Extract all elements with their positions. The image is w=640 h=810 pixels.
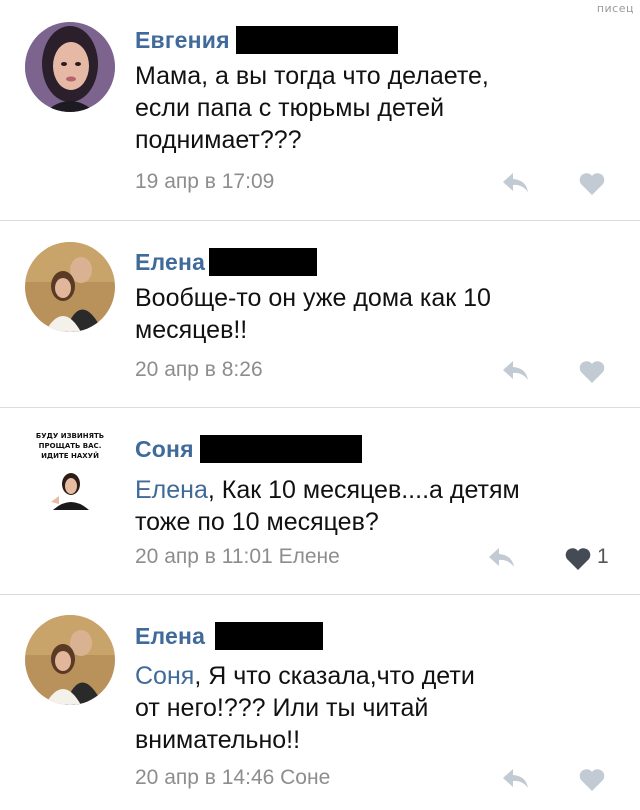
- comment-date: 20 апр в 11:01 Елене: [135, 545, 340, 568]
- redacted-surname: [215, 622, 324, 650]
- comment-text-line: внимательно!!: [135, 726, 301, 754]
- avatar-caption-line: БУДУ ИЗВИНЯТЬ: [36, 432, 104, 440]
- avatar-caption-line: ИДИТЕ НАХУЙ: [41, 451, 99, 460]
- avatar-sonya[interactable]: БУДУ ИЗВИНЯТЬ ПРОЩАТЬ ВАС. ИДИТЕ НАХУЙ: [25, 428, 115, 518]
- heart-icon-liked[interactable]: [564, 547, 592, 571]
- author-row: Евгения: [135, 24, 398, 56]
- divider: [0, 407, 640, 408]
- comment-text-line: месяцев!!: [135, 316, 248, 344]
- comment-date: 20 апр в 8:26: [135, 358, 263, 381]
- avatar-elena[interactable]: [25, 615, 115, 705]
- watermark: писец: [596, 2, 634, 15]
- comment-text-line: поднимает???: [135, 126, 302, 154]
- comment-text: Мама, а вы тогда что делаете, если папа …: [135, 60, 615, 156]
- like-count: 1: [597, 545, 609, 568]
- comment-text: Елена, Как 10 месяцев....а детям тоже по…: [135, 474, 615, 538]
- author-row: Елена: [135, 620, 324, 652]
- author-name[interactable]: Евгения: [135, 27, 230, 54]
- author-row: Елена: [135, 246, 318, 278]
- divider: [0, 594, 640, 595]
- comment-text: Соня, Я что сказала,что дети от него!???…: [135, 660, 615, 756]
- author-row: Соня: [135, 433, 362, 465]
- comment-text-line: Соня, Я что сказала,что дети: [135, 662, 475, 690]
- reply-arrow-icon[interactable]: [500, 170, 530, 194]
- avatar-evgenia[interactable]: [25, 22, 115, 112]
- heart-icon[interactable]: [578, 768, 606, 792]
- author-name[interactable]: Елена: [135, 249, 205, 276]
- heart-icon[interactable]: [578, 172, 606, 196]
- reply-arrow-icon[interactable]: [486, 545, 516, 569]
- comment-text-line: Вообще-то он уже дома как 10: [135, 284, 491, 312]
- comment-text-line: Елена, Как 10 месяцев....а детям: [135, 476, 520, 504]
- avatar-caption-line: ПРОЩАТЬ ВАС.: [39, 442, 102, 450]
- heart-icon[interactable]: [578, 360, 606, 384]
- mention-link[interactable]: Соня: [135, 662, 194, 690]
- redacted-surname: [199, 435, 362, 463]
- author-name[interactable]: Соня: [135, 436, 194, 463]
- reply-arrow-icon[interactable]: [500, 358, 530, 382]
- author-name[interactable]: Елена: [135, 623, 205, 650]
- mention-link[interactable]: Елена: [135, 476, 208, 504]
- comment-date: 20 апр в 14:46 Соне: [135, 766, 331, 789]
- redacted-surname: [235, 26, 398, 54]
- comment-text-line: если папа с тюрьмы детей: [135, 94, 445, 122]
- divider: [0, 220, 640, 221]
- avatar-elena[interactable]: [25, 242, 115, 332]
- comment-date: 19 апр в 17:09: [135, 170, 275, 193]
- comment-text: Вообще-то он уже дома как 10 месяцев!!: [135, 282, 615, 346]
- comment-text-line: от него!??? Или ты читай: [135, 694, 429, 722]
- comment-text-line: тоже по 10 месяцев?: [135, 508, 379, 536]
- redacted-surname: [209, 248, 318, 276]
- reply-arrow-icon[interactable]: [500, 766, 530, 790]
- comment-text-line: Мама, а вы тогда что делаете,: [135, 62, 489, 90]
